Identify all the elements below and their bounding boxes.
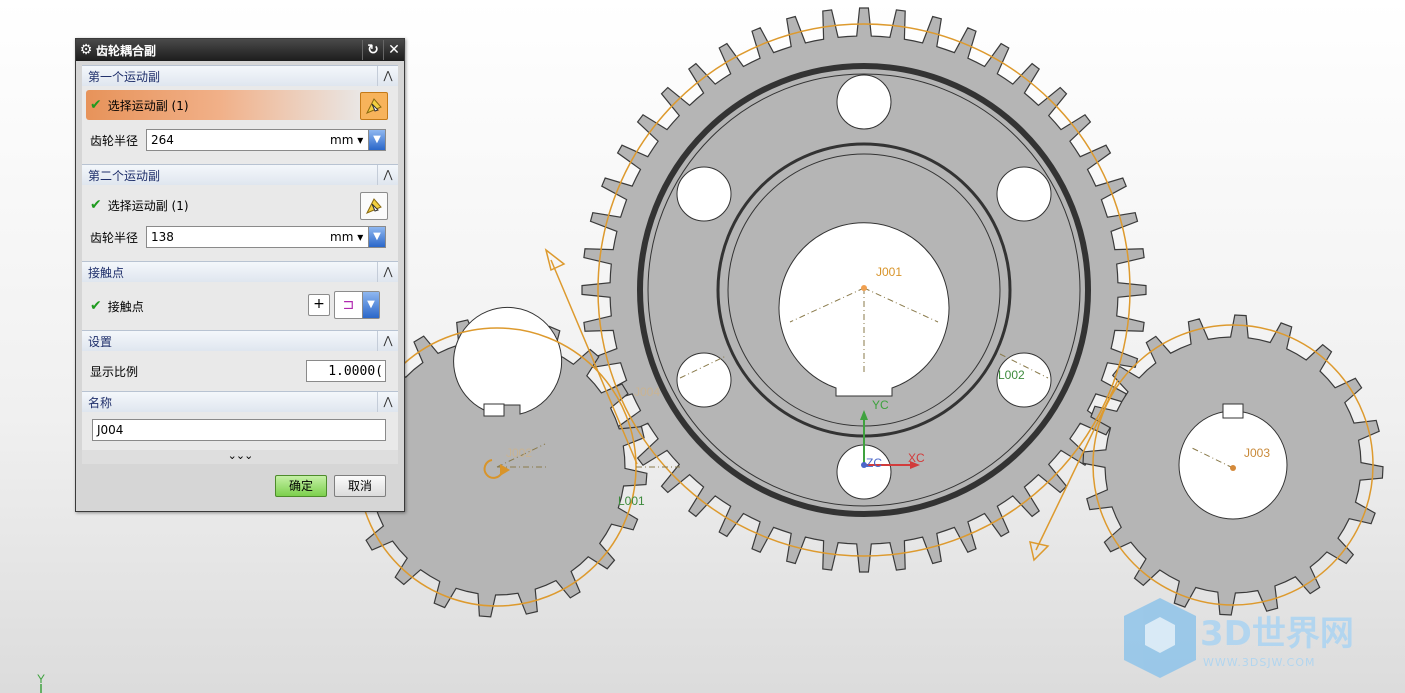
- chevron-up-icon[interactable]: ⋀: [377, 66, 398, 86]
- radius-1-label: 齿轮半径: [90, 133, 139, 148]
- select-joint-1-row[interactable]: ✔ 选择运动副 (1): [82, 91, 398, 120]
- chevron-up-icon[interactable]: ⋀: [377, 331, 398, 351]
- point-type-select[interactable]: ⊐ ▼: [334, 291, 380, 319]
- name-value[interactable]: J004: [93, 423, 385, 437]
- chevron-down-icon[interactable]: ▼: [368, 130, 385, 150]
- radius-2-field[interactable]: 138 mm ▾ ▼: [146, 226, 386, 248]
- watermark-url: WWW.3DSJW.COM: [1203, 656, 1316, 669]
- check-icon: ✔: [90, 197, 102, 213]
- point-type-icon: ⊐: [342, 297, 355, 313]
- point-dialog-icon[interactable]: +: [308, 294, 330, 316]
- section-first-joint[interactable]: 第一个运动副 ⋀: [82, 65, 398, 86]
- radius-1-unit[interactable]: mm ▾: [330, 133, 368, 147]
- section-second-joint[interactable]: 第二个运动副 ⋀: [82, 164, 398, 185]
- settings-body: 显示比例 1.0000(: [82, 351, 398, 391]
- ok-button[interactable]: 确定: [275, 475, 327, 497]
- section-first-joint-label: 第一个运动副: [88, 69, 161, 84]
- select-joint-2-row[interactable]: ✔ 选择运动副 (1): [82, 191, 398, 220]
- cancel-button[interactable]: 取消: [334, 475, 386, 497]
- check-icon: ✔: [90, 298, 102, 314]
- watermark-brand: 3D世界网: [1200, 614, 1354, 654]
- cursor-select-icon: [365, 98, 382, 114]
- gear-icon[interactable]: ⚙: [76, 42, 96, 58]
- select-joint-2-label: 选择运动副 (1): [107, 198, 189, 213]
- axis-label-zc: ZC: [866, 456, 882, 470]
- close-icon[interactable]: ✕: [383, 40, 404, 60]
- contact-body: ✔ 接触点 + ⊐ ▼: [82, 282, 398, 330]
- check-icon: ✔: [90, 97, 102, 113]
- cursor-select-icon: [365, 198, 382, 214]
- left-gear-details: [453, 306, 563, 417]
- first-joint-body: ✔ 选择运动副 (1) 齿轮半径 264 mm ▾ ▼: [82, 86, 398, 164]
- section-settings[interactable]: 设置 ⋀: [82, 330, 398, 351]
- second-joint-body: ✔ 选择运动副 (1) 齿轮半径 138 mm ▾ ▼: [82, 185, 398, 261]
- view-triad-corner: Y: [37, 672, 45, 693]
- scale-value[interactable]: 1.0000(: [328, 364, 385, 379]
- section-name[interactable]: 名称 ⋀: [82, 391, 398, 412]
- chevron-up-icon[interactable]: ⋀: [377, 392, 398, 412]
- dialog-title: 齿轮耦合副: [96, 43, 157, 58]
- more-options-toggle[interactable]: ⌄⌄⌄: [82, 450, 398, 464]
- radius-2-unit[interactable]: mm ▾: [330, 230, 368, 244]
- section-contact-label: 接触点: [88, 265, 125, 280]
- axis-label-xc: XC: [908, 451, 925, 465]
- gear-coupler-dialog: ⚙ 齿轮耦合副 ↻ ✕ 第一个运动副 ⋀ ✔ 选择运动副 (1) 齿轮半径 26…: [75, 38, 405, 512]
- contact-row[interactable]: ✔ 接触点 + ⊐ ▼: [82, 291, 398, 320]
- name-body: J004: [82, 412, 398, 450]
- name-field[interactable]: J004: [92, 419, 386, 441]
- scale-field[interactable]: 1.0000(: [306, 360, 386, 382]
- section-second-joint-label: 第二个运动副: [88, 168, 161, 183]
- radius-2-label: 齿轮半径: [90, 230, 139, 245]
- contact-label: 接触点: [107, 299, 144, 314]
- joint-label-j001: J001: [876, 265, 902, 279]
- chevron-down-icon[interactable]: ▼: [362, 292, 379, 318]
- section-settings-label: 设置: [88, 334, 113, 349]
- axis-label-yc: YC: [872, 398, 889, 412]
- link-label-l001: L001: [618, 494, 645, 508]
- select-joint-1-label: 选择运动副 (1): [107, 98, 189, 113]
- scale-row: 显示比例 1.0000(: [82, 357, 398, 385]
- corner-axis-y: Y: [37, 672, 45, 686]
- joint-label-j004: J004: [634, 385, 660, 399]
- joint-label-j003: J003: [1244, 446, 1270, 460]
- radius-2-row: 齿轮半径 138 mm ▾ ▼: [82, 223, 398, 251]
- radius-1-row: 齿轮半径 264 mm ▾ ▼: [82, 126, 398, 154]
- select-joint-1-button[interactable]: [360, 92, 388, 120]
- section-name-label: 名称: [88, 395, 113, 410]
- more-chevrons-icon: ⌄⌄⌄: [227, 449, 254, 462]
- radius-1-value[interactable]: 264: [147, 133, 330, 147]
- radius-2-value[interactable]: 138: [147, 230, 330, 244]
- radius-1-field[interactable]: 264 mm ▾ ▼: [146, 129, 386, 151]
- watermark: 3D世界网 WWW.3DSJW.COM: [1124, 598, 1354, 678]
- reset-icon[interactable]: ↻: [362, 40, 383, 60]
- chevron-up-icon[interactable]: ⋀: [377, 165, 398, 185]
- chevron-down-icon[interactable]: ▼: [368, 227, 385, 247]
- link-label-l002: L002: [998, 368, 1025, 382]
- select-joint-2-button[interactable]: [360, 192, 388, 220]
- dialog-titlebar[interactable]: ⚙ 齿轮耦合副 ↻ ✕: [76, 39, 404, 61]
- joint-label-j002: J002: [506, 446, 532, 460]
- chevron-up-icon[interactable]: ⋀: [377, 262, 398, 282]
- scale-label: 显示比例: [90, 364, 139, 379]
- section-contact[interactable]: 接触点 ⋀: [82, 261, 398, 282]
